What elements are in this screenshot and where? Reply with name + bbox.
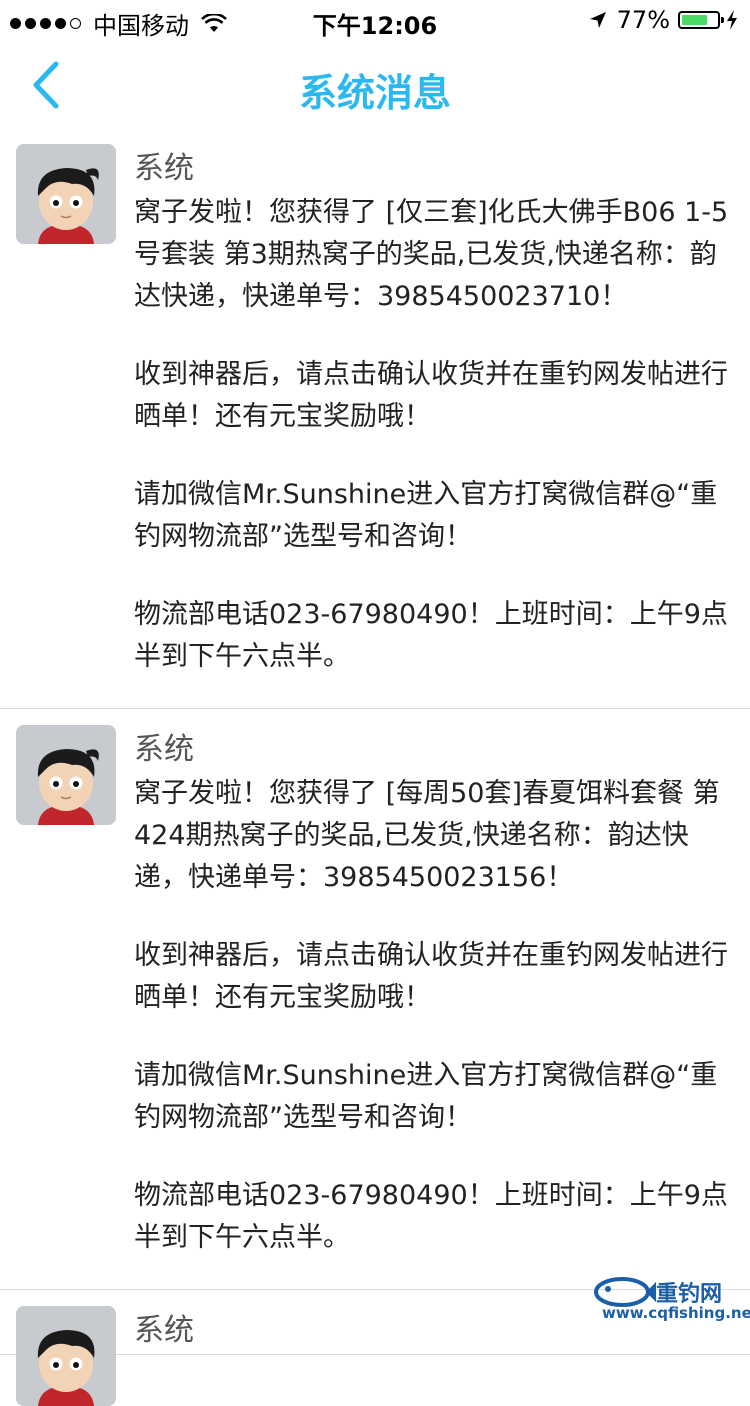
battery-icon xyxy=(678,11,724,29)
message-paragraph: 物流部电话023-67980490！上班时间：上午9点半到下午六点半。 xyxy=(134,1180,728,1253)
sender-name: 系统 xyxy=(134,151,194,186)
nav-bar: 系统消息 xyxy=(0,40,750,128)
watermark-url: www.cqfishing.net xyxy=(602,1304,750,1322)
site-watermark: 重钓网 www.cqfishing.net xyxy=(592,1274,750,1328)
avatar[interactable] xyxy=(16,144,116,244)
list-item[interactable]: 系统 窝子发啦！您获得了 [每周50套]春夏饵料套餐 第424期热窝子的奖品,已… xyxy=(0,709,750,1290)
location-arrow-icon xyxy=(589,12,606,28)
message-paragraph: 窝子发啦！您获得了 [每周50套]春夏饵料套餐 第424期热窝子的奖品,已发货,… xyxy=(134,778,720,893)
message-paragraph: 请加微信Mr.Sunshine进入官方打窝微信群@“重钓网物流部”选型号和咨询！ xyxy=(134,1060,718,1133)
battery-percent: 77% xyxy=(616,6,670,34)
status-bar: 中国移动 下午12:06 77% xyxy=(0,0,750,40)
message-paragraph: 收到神器后，请点击确认收货并在重钓网发帖进行晒单！还有元宝奖励哦！ xyxy=(134,940,728,1013)
status-right: 77% xyxy=(589,6,738,34)
message-paragraph: 收到神器后，请点击确认收货并在重钓网发帖进行晒单！还有元宝奖励哦！ xyxy=(134,359,728,432)
message-paragraph: 物流部电话023-67980490！上班时间：上午9点半到下午六点半。 xyxy=(134,599,728,672)
boy-avatar-icon xyxy=(16,1306,116,1406)
battery-level-fill xyxy=(682,15,708,25)
avatar[interactable] xyxy=(16,1306,116,1406)
boy-avatar-icon xyxy=(16,144,116,244)
sender-name: 系统 xyxy=(134,732,194,767)
message-body: 系统 窝子发啦！您获得了 [每周50套]春夏饵料套餐 第424期热窝子的奖品,已… xyxy=(134,709,750,1259)
message-list[interactable]: 系统 窝子发啦！您获得了 [仅三套]化氏大佛手B06 1-5号套装 第3期热窝子… xyxy=(0,128,750,1406)
avatar[interactable] xyxy=(16,725,116,825)
charging-bolt-icon xyxy=(727,10,737,30)
boy-avatar-icon xyxy=(16,725,116,825)
message-body: 系统 窝子发啦！您获得了 [仅三套]化氏大佛手B06 1-5号套装 第3期热窝子… xyxy=(134,128,750,678)
list-item[interactable]: 系统 窝子发啦！您获得了 [仅三套]化氏大佛手B06 1-5号套装 第3期热窝子… xyxy=(0,128,750,709)
page-title: 系统消息 xyxy=(298,71,451,115)
fish-logo-icon xyxy=(594,1277,656,1307)
message-paragraph: 窝子发啦！您获得了 [仅三套]化氏大佛手B06 1-5号套装 第3期热窝子的奖品… xyxy=(134,197,729,312)
message-paragraph: 请加微信Mr.Sunshine进入官方打窝微信群@“重钓网物流部”选型号和咨询！ xyxy=(134,479,718,552)
